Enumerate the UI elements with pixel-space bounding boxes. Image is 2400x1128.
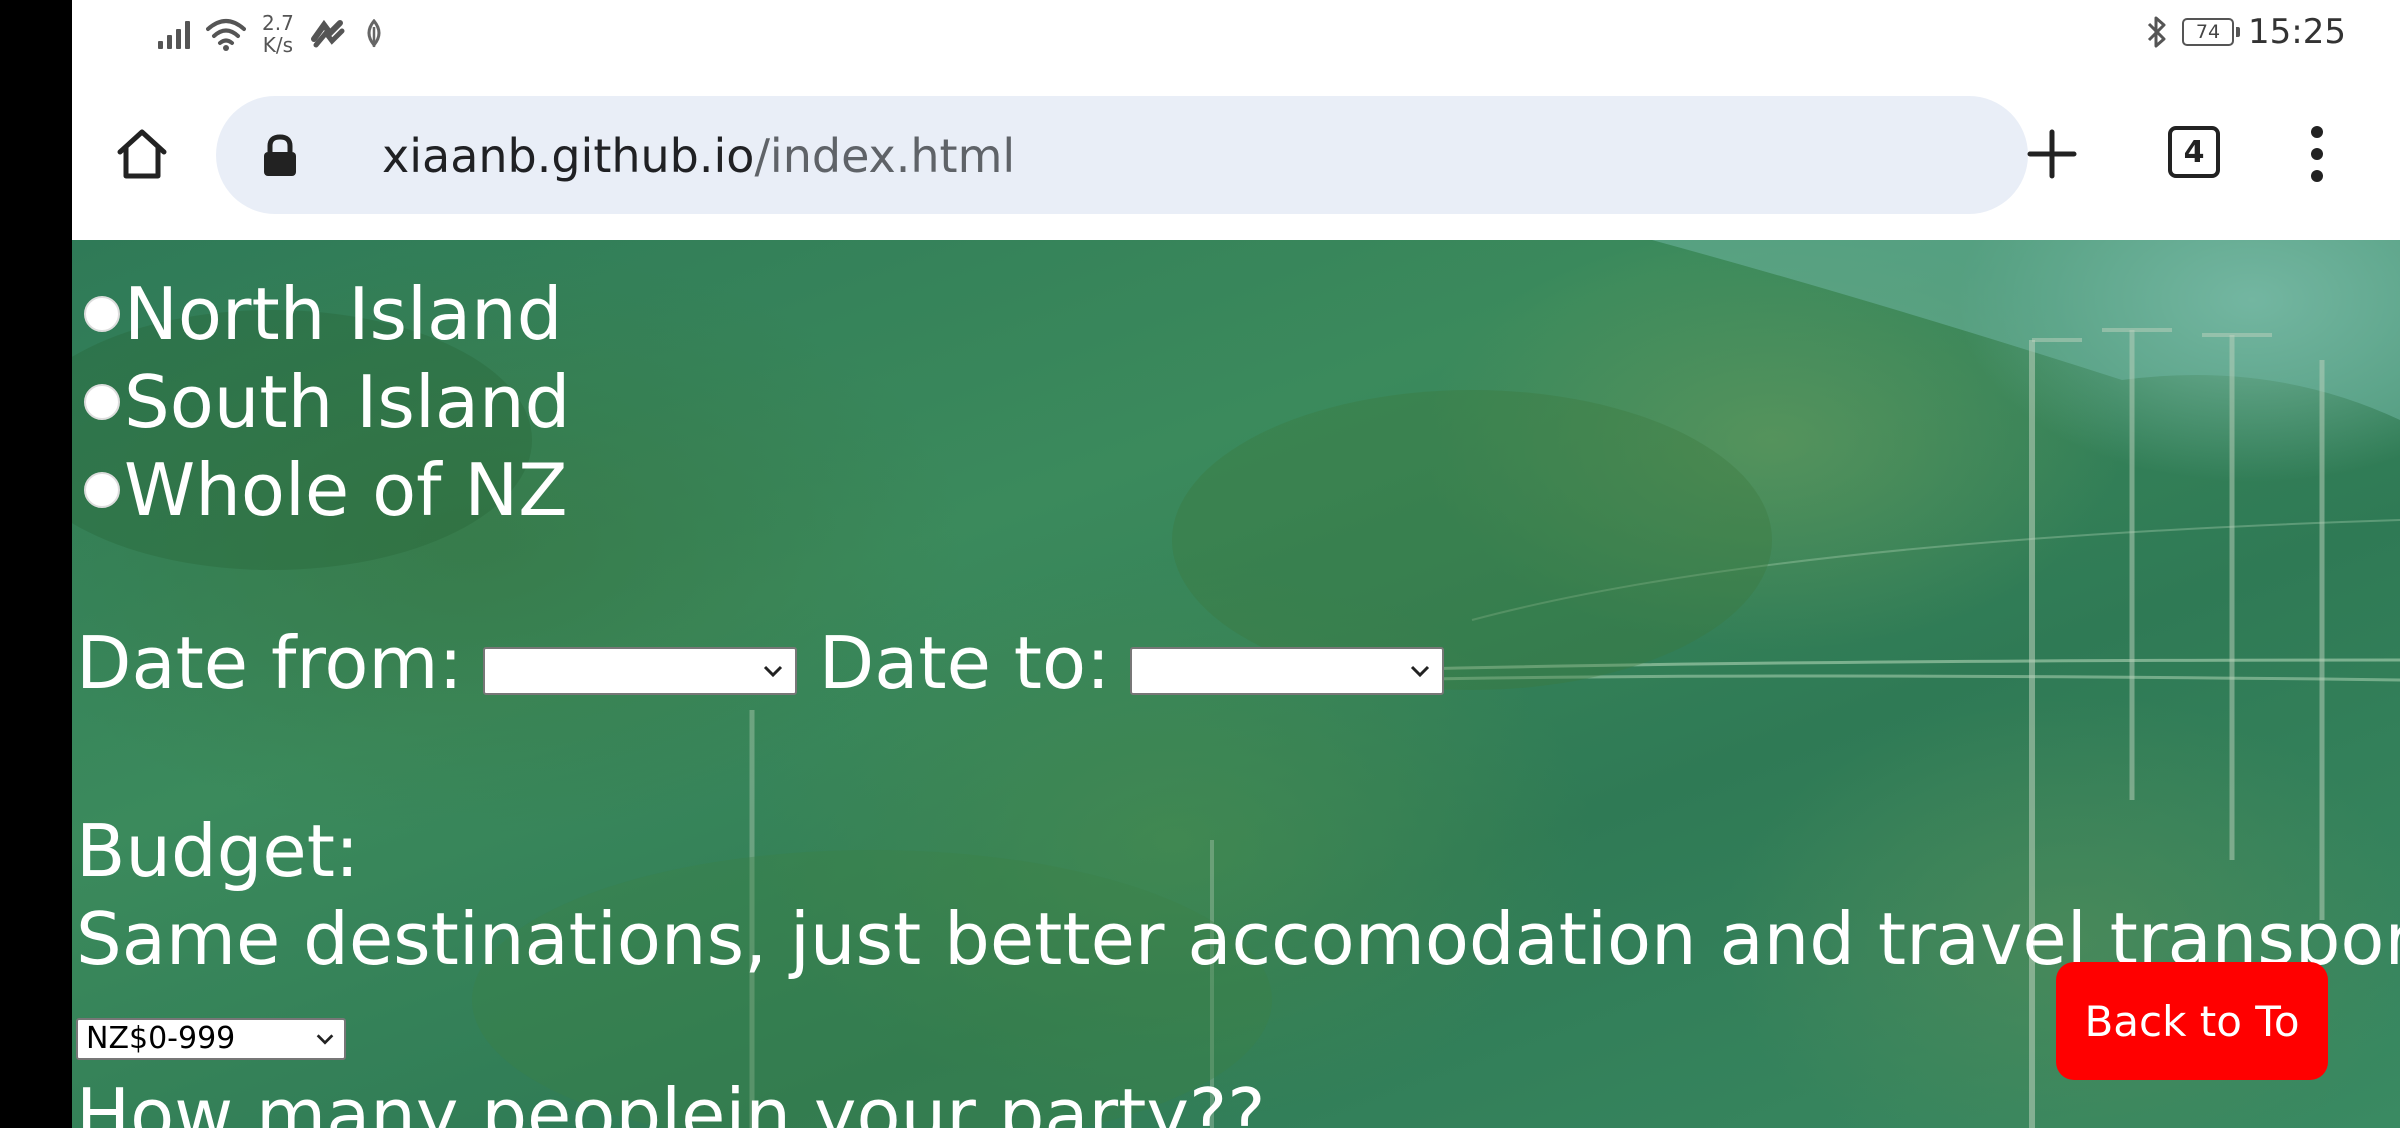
region-radio-group: North Island South Island Whole of NZ [76,270,570,534]
bluetooth-icon [2147,16,2166,48]
app-notification-icon [310,19,345,48]
radio-label: North Island [124,272,563,356]
date-from-label: Date from: [76,621,463,705]
home-icon [117,129,167,179]
url-path: /index.html [754,129,1016,183]
budget-note: Same destinations, just better accomodat… [76,897,2400,981]
url-host: xiaanb.github.io [382,129,755,183]
web-page-content: North Island South Island Whole of NZ Da… [72,240,2400,1128]
radio-option-whole-of-nz[interactable]: Whole of NZ [76,446,570,534]
party-size-label: How many peoplein your party?? [76,1073,1266,1128]
url-text[interactable]: xiaanb.github.io/index.html [382,129,1015,183]
radio-option-north-island[interactable]: North Island [76,270,570,358]
wifi-icon [206,19,246,51]
chevron-down-icon [763,665,782,678]
radio-button[interactable] [84,472,120,508]
menu-dot [2311,126,2323,138]
date-to-label: Date to: [818,621,1111,705]
clock: 15:25 [2248,12,2346,52]
back-to-top-label: Back to To [2084,996,2300,1046]
back-to-top-button[interactable]: Back to To [2056,962,2328,1080]
radio-button[interactable] [84,296,120,332]
battery-level: 74 [2195,21,2221,43]
left-black-bar [0,0,72,1128]
address-bar[interactable]: xiaanb.github.io/index.html [216,96,2028,214]
status-left-group: 2.7 K/s [158,12,386,56]
lock-icon [264,134,296,176]
browser-chrome: 2.7 K/s 74 15:25 xiaanb.github.io/index.… [72,0,2400,240]
network-speed-value: 2.7 [262,11,294,35]
radio-button[interactable] [84,384,120,420]
tab-switcher-button[interactable]: 4 [2168,126,2220,178]
status-right-group: 74 15:25 [2146,12,2346,52]
date-from-select[interactable] [482,647,797,695]
chevron-down-icon [316,1034,334,1045]
browser-toolbar: xiaanb.github.io/index.html 4 [72,92,2400,216]
budget-selected-value: NZ$0-999 [86,1021,236,1056]
date-to-select[interactable] [1130,647,1445,695]
overflow-menu-button[interactable] [2302,122,2332,186]
chevron-down-icon [1411,665,1430,678]
plus-icon [2027,129,2077,179]
budget-select[interactable]: NZ$0-999 [76,1018,346,1060]
status-bar: 2.7 K/s 74 15:25 [72,0,2400,72]
menu-dot [2311,170,2323,182]
menu-dot [2311,148,2323,160]
leaf-notification-icon [367,19,381,48]
radio-label: South Island [124,360,571,444]
network-speed-unit: K/s [262,33,294,57]
cellular-signal-icon [158,19,190,49]
home-button[interactable] [110,122,174,186]
battery-icon: 74 [2182,18,2241,46]
tab-count: 4 [2183,134,2205,170]
new-tab-button[interactable] [2022,122,2082,186]
radio-option-south-island[interactable]: South Island [76,358,570,446]
radio-label: Whole of NZ [124,448,568,532]
budget-label: Budget: [76,809,360,893]
date-range-row: Date from: Date to: [76,618,1445,708]
network-speed: 2.7 K/s [262,12,294,56]
